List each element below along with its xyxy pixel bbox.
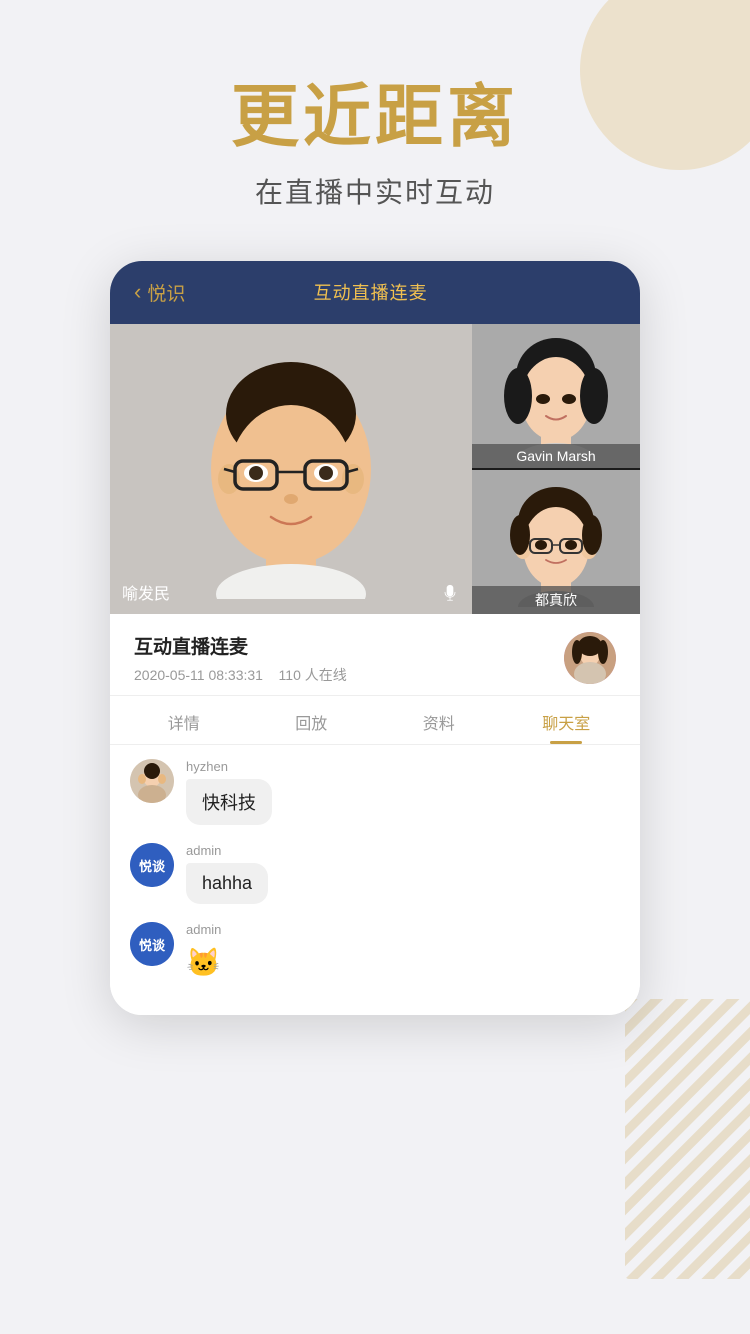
- tab-details[interactable]: 详情: [120, 696, 248, 744]
- host-avatar: [564, 632, 616, 684]
- chat-username-3: admin: [186, 922, 221, 937]
- main-speaker-avatar-svg: [191, 339, 391, 599]
- svg-text:悦谈: 悦谈: [139, 859, 166, 874]
- chat-section: hyzhen 快科技 悦谈 admin hahha 悦谈: [110, 745, 640, 1015]
- video-grid: 喻发民: [110, 324, 640, 614]
- chat-content-1: hyzhen 快科技: [186, 759, 272, 825]
- chat-avatar-admin-2: 悦谈: [130, 922, 174, 966]
- tab-materials[interactable]: 资料: [375, 696, 503, 744]
- chat-message-1: hyzhen 快科技: [130, 759, 620, 825]
- mic-icon: [440, 584, 460, 604]
- live-title: 互动直播连麦: [134, 632, 347, 659]
- app-header: ‹ 悦识 互动直播连麦: [110, 261, 640, 324]
- sub-title: 在直播中实时互动: [0, 171, 750, 211]
- side-video-2: 都真欣: [472, 470, 640, 614]
- main-title: 更近距离: [0, 80, 750, 155]
- chat-username-1: hyzhen: [186, 759, 272, 774]
- live-info-left: 互动直播连麦 2020-05-11 08:33:31 110 人在线: [134, 632, 347, 685]
- chat-avatar-admin-1: 悦谈: [130, 843, 174, 887]
- chat-avatar-hyzhen: [130, 759, 174, 803]
- tab-chat[interactable]: 聊天室: [503, 696, 631, 744]
- back-chevron-icon: ‹: [134, 279, 141, 305]
- svg-text:悦谈: 悦谈: [139, 938, 166, 953]
- side-label-2: 都真欣: [472, 586, 640, 614]
- chat-bubble-3: 🐱: [186, 942, 221, 983]
- app-header-title: 互动直播连麦: [185, 279, 556, 305]
- header-section: 更近距离 在直播中实时互动: [0, 0, 750, 241]
- video-side-panel: Gavin Marsh: [472, 324, 640, 614]
- tab-replay[interactable]: 回放: [248, 696, 376, 744]
- side-video-1: Gavin Marsh: [472, 324, 640, 468]
- chat-message-3: 悦谈 admin 🐱: [130, 922, 620, 983]
- side-label-1: Gavin Marsh: [472, 444, 640, 468]
- live-meta: 2020-05-11 08:33:31 110 人在线: [134, 665, 347, 685]
- main-speaker-label: 喻发民: [122, 580, 170, 604]
- live-info-section: 互动直播连麦 2020-05-11 08:33:31 110 人在线: [110, 614, 640, 696]
- chat-message-2: 悦谈 admin hahha: [130, 843, 620, 904]
- chat-bubble-2: hahha: [186, 863, 268, 904]
- tabs-bar: 详情 回放 资料 聊天室: [110, 696, 640, 745]
- chat-content-3: admin 🐱: [186, 922, 221, 983]
- video-main: 喻发民: [110, 324, 472, 614]
- main-speaker-face: [110, 324, 472, 614]
- chat-username-2: admin: [186, 843, 268, 858]
- bg-decoration-stripes: [625, 999, 750, 1284]
- phone-mockup: ‹ 悦识 互动直播连麦: [110, 261, 640, 1015]
- back-label: 悦识: [147, 279, 185, 306]
- live-online: 110 人在线: [279, 667, 347, 683]
- chat-bubble-1: 快科技: [186, 779, 272, 825]
- chat-content-2: admin hahha: [186, 843, 268, 904]
- live-date: 2020-05-11 08:33:31: [134, 667, 263, 683]
- back-button[interactable]: ‹ 悦识: [134, 279, 185, 306]
